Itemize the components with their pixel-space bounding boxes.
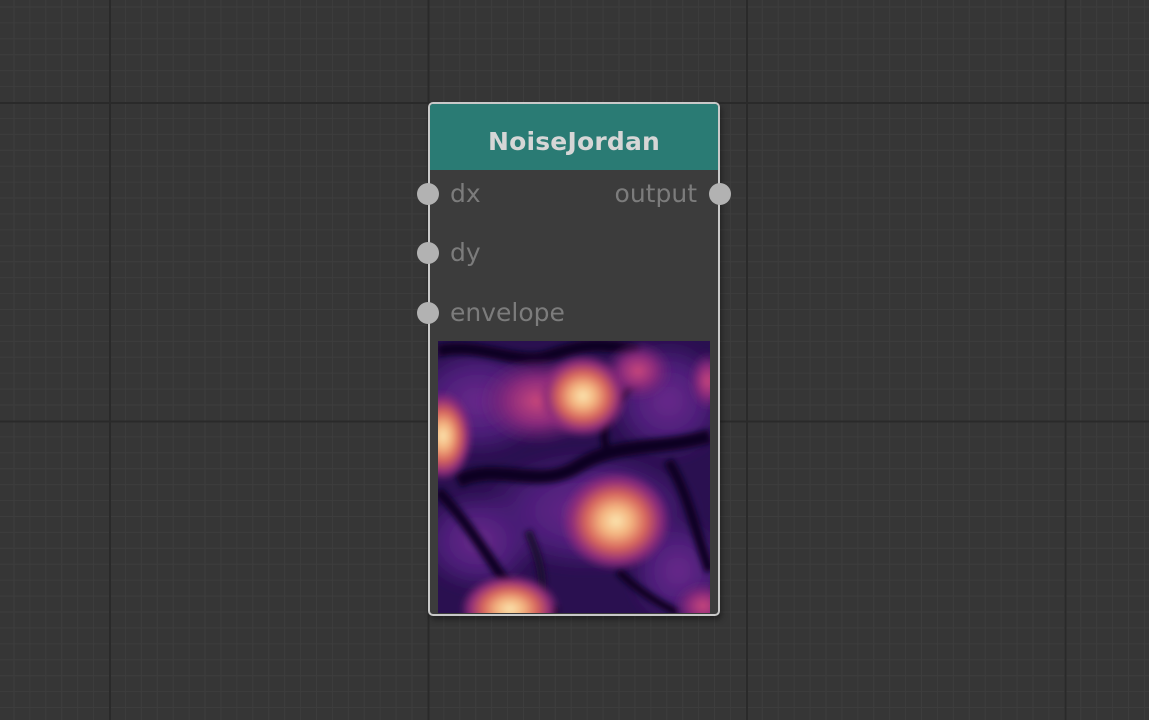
noise-preview-svg — [438, 341, 710, 613]
port-row-envelope: envelope — [417, 298, 718, 328]
port-row-dx: dx output — [417, 179, 731, 209]
port-row-dy: dy — [417, 238, 718, 268]
input-label-dy: dy — [450, 238, 481, 267]
output-label: output — [614, 179, 697, 208]
node-header[interactable]: NoiseJordan — [430, 104, 718, 170]
graph-canvas[interactable]: NoiseJordan dx output dy envelope — [0, 0, 1149, 720]
input-port-envelope[interactable] — [417, 302, 439, 324]
node-title: NoiseJordan — [487, 126, 661, 156]
input-port-dy[interactable] — [417, 242, 439, 264]
input-port-dx[interactable] — [417, 183, 439, 205]
input-label-dx: dx — [450, 179, 481, 208]
output-port[interactable] — [709, 183, 731, 205]
input-label-envelope: envelope — [450, 298, 565, 327]
noise-preview-image — [438, 341, 710, 613]
noise-jordan-node[interactable]: NoiseJordan dx output dy envelope — [417, 102, 731, 616]
